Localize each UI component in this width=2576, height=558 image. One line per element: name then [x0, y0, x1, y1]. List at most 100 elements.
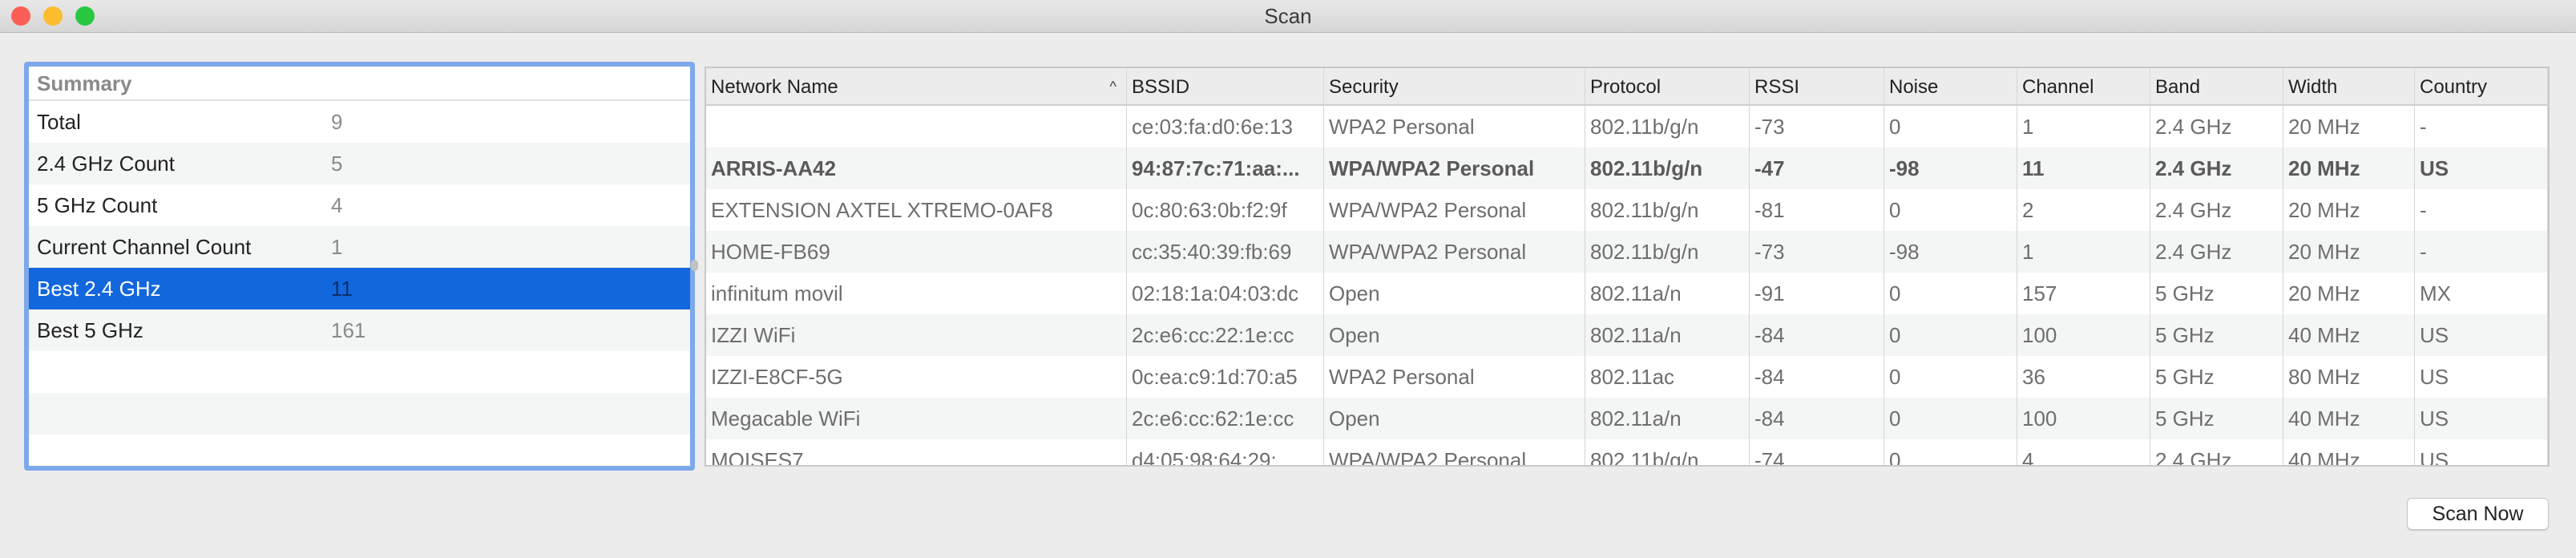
- cell-bssid: 0c:ea:c9:1d:70:a5: [1127, 356, 1324, 398]
- table-row[interactable]: ce:03:fa:d0:6e:13 WPA2 Personal 802.11b/g/…: [706, 106, 2548, 148]
- cell-network-name: [706, 106, 1127, 148]
- column-header-bssid[interactable]: BSSID: [1127, 68, 1324, 104]
- cell-country: US: [2415, 148, 2548, 189]
- summary-label: Best 2.4 GHz: [37, 277, 161, 301]
- cell-network-name: Megacable WiFi: [706, 398, 1127, 439]
- column-header-label: Band: [2155, 76, 2201, 98]
- cell-country: US: [2415, 439, 2548, 465]
- cell-noise: 0: [1884, 356, 2017, 398]
- cell-channel: 100: [2017, 314, 2150, 356]
- summary-row[interactable]: [29, 435, 690, 466]
- cell-protocol: 802.11a/n: [1585, 398, 1750, 439]
- summary-value: 4: [331, 193, 343, 217]
- table-row[interactable]: HOME-FB69 cc:35:40:39:fb:69 WPA/WPA2 Perso…: [706, 231, 2548, 273]
- table-header: Network Name ^ BSSID Security Protocol RSSI No…: [706, 68, 2548, 106]
- cell-noise: 0: [1884, 189, 2017, 231]
- table-row[interactable]: IZZI WiFi 2c:e6:cc:22:1e:cc Open 802.11a/n -…: [706, 314, 2548, 356]
- cell-rssi: -81: [1750, 189, 1884, 231]
- table-row[interactable]: Megacable WiFi 2c:e6:cc:62:1e:cc Open 802.1…: [706, 398, 2548, 439]
- scan-now-button[interactable]: Scan Now: [2407, 498, 2549, 530]
- cell-noise: -98: [1884, 148, 2017, 189]
- column-header-protocol[interactable]: Protocol: [1585, 68, 1750, 104]
- cell-bssid: cc:35:40:39:fb:69: [1127, 231, 1324, 273]
- cell-noise: 0: [1884, 273, 2017, 314]
- cell-width: 80 MHz: [2283, 356, 2415, 398]
- cell-channel: 100: [2017, 398, 2150, 439]
- column-header-rssi[interactable]: RSSI: [1750, 68, 1884, 104]
- cell-band: 2.4 GHz: [2150, 106, 2283, 148]
- cell-noise: -98: [1884, 231, 2017, 273]
- cell-rssi: -73: [1750, 106, 1884, 148]
- summary-label: Total: [37, 110, 81, 134]
- cell-band: 5 GHz: [2150, 398, 2283, 439]
- summary-value: 1: [331, 235, 343, 259]
- summary-label: 5 GHz Count: [37, 193, 158, 217]
- cell-country: US: [2415, 356, 2548, 398]
- summary-value: 11: [331, 277, 353, 301]
- column-header-width[interactable]: Width: [2283, 68, 2415, 104]
- column-header-channel[interactable]: Channel: [2017, 68, 2150, 104]
- split-view-divider[interactable]: [691, 260, 698, 271]
- table-row[interactable]: IZZI-E8CF-5G 0c:ea:c9:1d:70:a5 WPA2 Person…: [706, 356, 2548, 398]
- cell-security: Open: [1324, 314, 1585, 356]
- minimize-button[interactable]: [43, 6, 63, 26]
- cell-security: WPA/WPA2 Personal: [1324, 231, 1585, 273]
- cell-country: US: [2415, 314, 2548, 356]
- summary-row[interactable]: [29, 351, 690, 393]
- column-header-network-name[interactable]: Network Name ^: [706, 68, 1127, 104]
- cell-country: US: [2415, 398, 2548, 439]
- cell-rssi: -84: [1750, 314, 1884, 356]
- cell-width: 40 MHz: [2283, 439, 2415, 465]
- cell-rssi: -74: [1750, 439, 1884, 465]
- summary-row[interactable]: 5 GHz Count 4: [29, 184, 690, 226]
- cell-rssi: -91: [1750, 273, 1884, 314]
- cell-protocol: 802.11b/g/n: [1585, 231, 1750, 273]
- cell-noise: 0: [1884, 439, 2017, 465]
- cell-protocol: 802.11ac: [1585, 356, 1750, 398]
- table-row[interactable]: EXTENSION AXTEL XTREMO-0AF8 0c:80:63:0b:f…: [706, 189, 2548, 231]
- summary-table[interactable]: Summary Total 9 2.4 GHz Count 5 5 GHz Count 4…: [24, 62, 695, 471]
- summary-row[interactable]: Best 2.4 GHz 11: [29, 268, 690, 309]
- zoom-button[interactable]: [75, 6, 95, 26]
- networks-table[interactable]: Network Name ^ BSSID Security Protocol RSSI No…: [705, 67, 2550, 467]
- column-header-label: Protocol: [1590, 76, 1661, 98]
- cell-bssid: d4:05:98:64:29:...: [1127, 439, 1324, 465]
- summary-row[interactable]: Best 5 GHz 161: [29, 309, 690, 351]
- cell-country: -: [2415, 189, 2548, 231]
- summary-row[interactable]: [29, 393, 690, 435]
- summary-header: Summary: [29, 67, 690, 101]
- cell-security: Open: [1324, 273, 1585, 314]
- cell-channel: 2: [2017, 189, 2150, 231]
- summary-row[interactable]: Current Channel Count 1: [29, 226, 690, 268]
- cell-bssid: 2c:e6:cc:22:1e:cc: [1127, 314, 1324, 356]
- cell-bssid: 2c:e6:cc:62:1e:cc: [1127, 398, 1324, 439]
- column-header-noise[interactable]: Noise: [1884, 68, 2017, 104]
- summary-row[interactable]: 2.4 GHz Count 5: [29, 143, 690, 184]
- cell-channel: 4: [2017, 439, 2150, 465]
- table-row[interactable]: MOISES7 d4:05:98:64:29:... WPA/WPA2 Person…: [706, 439, 2548, 465]
- column-header-label: Noise: [1889, 76, 1939, 98]
- table-row[interactable]: ARRIS-AA42 94:87:7c:71:aa:... WPA/WPA2 Per…: [706, 148, 2548, 189]
- column-header-security[interactable]: Security: [1324, 68, 1585, 104]
- cell-channel: 1: [2017, 106, 2150, 148]
- summary-label: 2.4 GHz Count: [37, 152, 175, 176]
- table-row[interactable]: infinitum movil 02:18:1a:04:03:dc Open 802.…: [706, 273, 2548, 314]
- title-bar: Scan: [0, 0, 2576, 33]
- cell-width: 20 MHz: [2283, 148, 2415, 189]
- column-header-band[interactable]: Band: [2150, 68, 2283, 104]
- cell-rssi: -84: [1750, 398, 1884, 439]
- cell-width: 40 MHz: [2283, 398, 2415, 439]
- column-header-label: Country: [2420, 76, 2488, 98]
- cell-noise: 0: [1884, 314, 2017, 356]
- column-header-country[interactable]: Country: [2415, 68, 2548, 104]
- column-header-label: RSSI: [1754, 76, 1800, 98]
- cell-rssi: -84: [1750, 356, 1884, 398]
- cell-protocol: 802.11a/n: [1585, 273, 1750, 314]
- cell-width: 20 MHz: [2283, 189, 2415, 231]
- cell-channel: 11: [2017, 148, 2150, 189]
- summary-row[interactable]: Total 9: [29, 101, 690, 143]
- close-button[interactable]: [11, 6, 30, 26]
- cell-width: 20 MHz: [2283, 273, 2415, 314]
- summary-label: Best 5 GHz: [37, 318, 143, 342]
- cell-bssid: 0c:80:63:0b:f2:9f: [1127, 189, 1324, 231]
